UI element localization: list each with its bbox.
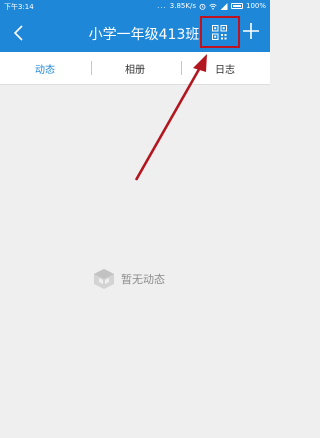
status-time: 下午3:14 <box>4 3 34 11</box>
qr-code-icon <box>212 25 227 40</box>
tab-moments[interactable]: 动态 <box>20 61 70 76</box>
battery-icon <box>230 3 243 9</box>
tab-album[interactable]: 相册 <box>110 61 160 76</box>
empty-state: 暂无动态 <box>93 268 165 290</box>
status-dots: ... <box>157 2 167 10</box>
app-header: 小学一年级413班 <box>0 14 270 52</box>
battery-level: 100% <box>245 2 266 10</box>
tab-divider <box>181 61 182 75</box>
empty-state-text: 暂无动态 <box>121 273 165 286</box>
wifi-icon <box>209 3 217 10</box>
qr-code-button[interactable] <box>200 16 240 48</box>
empty-box-icon <box>94 269 114 289</box>
signal-icon <box>220 2 228 10</box>
status-indicators: ... 3.85K/s 100% <box>157 2 266 10</box>
status-bar: 下午3:14 ... 3.85K/s 100% <box>0 0 270 14</box>
plus-icon[interactable] <box>242 21 260 41</box>
tab-journal[interactable]: 日志 <box>200 61 250 76</box>
tab-bar: 动态 相册 日志 <box>0 52 270 85</box>
network-speed: 3.85K/s <box>169 2 196 10</box>
alarm-icon <box>199 3 206 10</box>
tab-divider <box>91 61 92 75</box>
